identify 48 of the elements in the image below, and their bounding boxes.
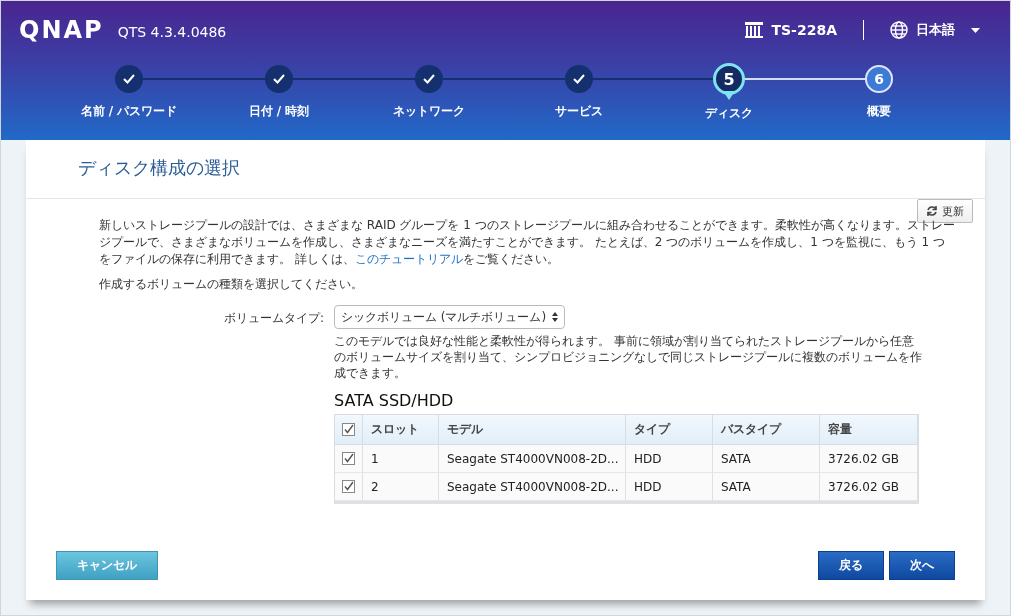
tutorial-link[interactable]: このチュートリアル <box>354 252 463 266</box>
volume-type-description: このモデルでは良好な性能と柔軟性が得られます。 事前に領域が割り当てられたストレージプールから任意のボリュームサイズを割り当て、シンプロビジョニングなしで同じストレージプールに複数のボリュームを作成できます。 <box>334 333 923 381</box>
section-heading: SATA SSD/HDD <box>334 391 455 410</box>
checkbox[interactable] <box>342 423 355 436</box>
step-number: 5 <box>723 69 735 89</box>
refresh-icon <box>926 205 938 217</box>
next-button[interactable]: 次へ <box>889 551 955 580</box>
globe-icon <box>890 21 908 39</box>
column-header: モデル <box>439 415 626 445</box>
column-header: タイプ <box>626 415 713 445</box>
step-label: 概要 <box>867 103 891 120</box>
language-selector[interactable]: 日本語 <box>916 21 955 39</box>
check-icon <box>423 74 435 84</box>
panel-title: ディスク構成の選択 <box>78 156 240 180</box>
version-label: QTS 4.3.4.0486 <box>117 24 227 40</box>
step-label: 名前 / パスワード <box>80 103 178 120</box>
spinner-arrows-icon <box>552 312 559 322</box>
table-cell: 3726.02 GB <box>820 473 918 501</box>
checkbox[interactable] <box>342 480 355 493</box>
column-header: 容量 <box>820 415 918 445</box>
table-cell: SATA <box>713 473 820 501</box>
column-header: バスタイプ <box>713 415 820 445</box>
table-cell: Seagate ST4000VN008-2D... <box>439 445 626 473</box>
checkbox[interactable] <box>342 452 355 465</box>
back-button[interactable]: 戻る <box>818 551 884 580</box>
caret-icon[interactable] <box>971 27 980 33</box>
table-cell: SATA <box>713 445 820 473</box>
table-cell: 3726.02 GB <box>820 445 918 473</box>
step-label: ネットワーク <box>393 103 465 120</box>
step-label: 日付 / 時刻 <box>248 103 310 120</box>
step-number: 6 <box>874 71 884 87</box>
step-label: ディスク <box>705 105 753 122</box>
column-header: スロット <box>363 415 439 445</box>
volume-type-label: ボリュームタイプ: <box>222 310 324 327</box>
volume-type-select[interactable]: シックボリューム (マルチボリューム) <box>334 305 566 329</box>
device-name: TS-228A <box>771 22 837 38</box>
server-icon <box>745 22 764 38</box>
check-icon <box>573 74 585 84</box>
check-icon <box>273 74 285 84</box>
prompt-text: 作成するボリュームの種類を選択してください。 <box>99 276 364 293</box>
table-cell: 1 <box>363 445 439 473</box>
logo: QNAP <box>19 16 104 44</box>
check-icon <box>123 74 135 84</box>
table-cell: 2 <box>363 473 439 501</box>
table-cell: Seagate ST4000VN008-2D... <box>439 473 626 501</box>
step-label: サービス <box>555 103 603 120</box>
table-cell: HDD <box>626 473 713 501</box>
table-cell: HDD <box>626 445 713 473</box>
